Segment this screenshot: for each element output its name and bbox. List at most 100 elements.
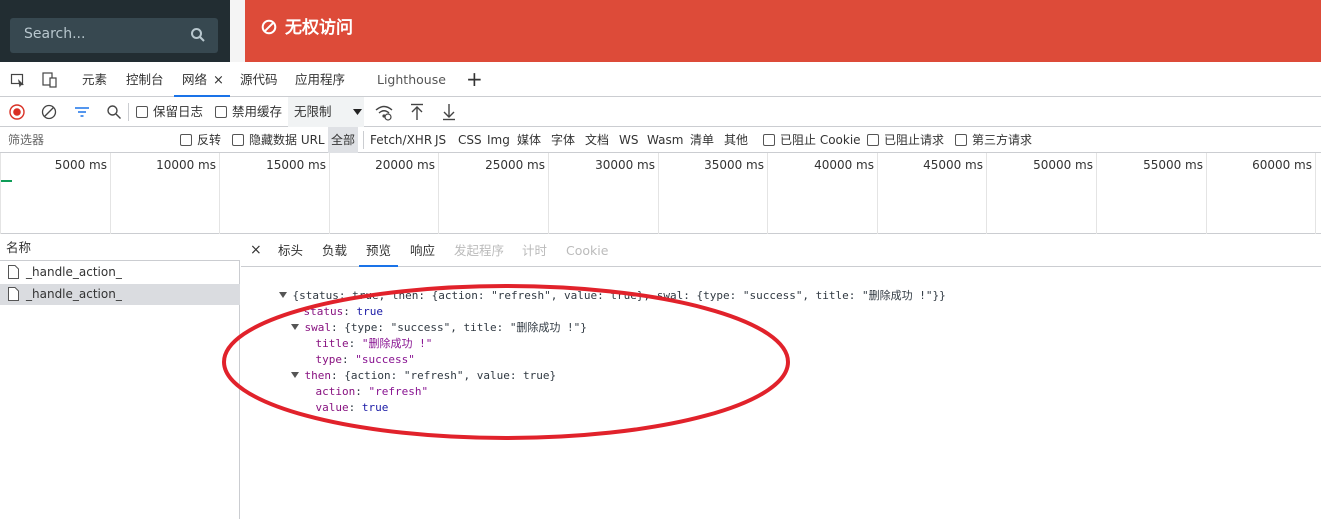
file-icon	[8, 265, 19, 279]
tab-network[interactable]: 网络 ×	[174, 62, 230, 97]
throttle-value: 无限制	[294, 104, 332, 119]
timeline-gridline	[1096, 153, 1097, 234]
tab-cookies[interactable]: Cookie	[566, 234, 608, 267]
tab-payload[interactable]: 负载	[322, 234, 347, 267]
timeline-tick-label: 35000 ms	[704, 158, 764, 172]
throttle-select[interactable]: 无限制	[288, 97, 364, 127]
export-har-icon[interactable]	[442, 103, 456, 121]
toolbar-divider	[128, 103, 129, 121]
hide-data-url-checkbox[interactable]: 隐藏数据 URL	[232, 127, 325, 153]
filter-divider	[363, 131, 364, 149]
request-row[interactable]: _handle_action_	[0, 262, 240, 283]
close-icon[interactable]: ×	[213, 73, 224, 88]
search-placeholder: Search...	[24, 26, 86, 42]
timeline-tick-label: 60000 ms	[1252, 158, 1312, 172]
tab-headers[interactable]: 标头	[278, 234, 303, 267]
preserve-log-checkbox[interactable]: 保留日志	[136, 97, 203, 127]
disable-cache-label: 禁用缓存	[232, 104, 283, 119]
header-gap	[230, 0, 245, 62]
filter-type-media[interactable]: 媒体	[517, 127, 541, 153]
blocked-requests-checkbox[interactable]: 已阻止请求	[867, 127, 944, 153]
tab-timing[interactable]: 计时	[522, 234, 547, 267]
filter-bar: 筛选器 反转 隐藏数据 URL 全部 Fetch/XHR JS CSS Img …	[0, 127, 1321, 153]
tab-application[interactable]: 应用程序	[295, 62, 345, 97]
filter-type-js[interactable]: JS	[435, 127, 446, 153]
timeline-gridline	[0, 153, 1, 234]
timeline-gridline	[548, 153, 549, 234]
record-stop-icon[interactable]	[9, 104, 25, 120]
third-party-checkbox[interactable]: 第三方请求	[955, 127, 1032, 153]
timeline-tick-label: 45000 ms	[923, 158, 983, 172]
timeline-tick-label: 25000 ms	[485, 158, 545, 172]
network-conditions-icon[interactable]	[375, 104, 393, 121]
search-input[interactable]: Search...	[10, 18, 218, 53]
checkbox-box[interactable]	[232, 134, 244, 146]
blocked-cookies-label: 已阻止 Cookie	[780, 133, 861, 147]
timeline-gridline	[986, 153, 987, 234]
import-har-icon[interactable]	[410, 103, 424, 121]
tab-initiator[interactable]: 发起程序	[454, 234, 504, 267]
blocked-cookies-checkbox[interactable]: 已阻止 Cookie	[763, 127, 861, 153]
tab-network-label: 网络	[182, 72, 208, 87]
filter-type-ws[interactable]: WS	[619, 127, 638, 153]
invert-checkbox[interactable]: 反转	[180, 127, 221, 153]
annotation-ellipse	[222, 284, 790, 440]
checkbox-box[interactable]	[955, 134, 967, 146]
tab-sources[interactable]: 源代码	[240, 62, 278, 97]
checkbox-box[interactable]	[867, 134, 879, 146]
checkbox-box[interactable]	[180, 134, 192, 146]
timeline-gridline	[329, 153, 330, 234]
invert-label: 反转	[197, 133, 222, 147]
timeline-tick-label: 20000 ms	[375, 158, 435, 172]
timeline-gridline	[219, 153, 220, 234]
filter-icon[interactable]	[74, 105, 90, 119]
timeline-gridline	[877, 153, 878, 234]
preserve-log-label: 保留日志	[153, 104, 204, 119]
timeline-gridline	[767, 153, 768, 234]
filter-type-other[interactable]: 其他	[724, 127, 748, 153]
tab-response[interactable]: 响应	[410, 234, 435, 267]
search-icon[interactable]	[190, 27, 206, 43]
filter-type-all[interactable]: 全部	[328, 127, 359, 153]
filter-type-img[interactable]: Img	[487, 127, 510, 153]
tab-lighthouse[interactable]: Lighthouse	[377, 62, 446, 97]
network-toolbar: 保留日志 禁用缓存 无限制	[0, 97, 1321, 127]
request-row-selected[interactable]: _handle_action_	[0, 284, 240, 305]
filter-type-font[interactable]: 字体	[551, 127, 575, 153]
checkbox-box[interactable]	[215, 106, 227, 118]
timeline-request-bar	[0, 180, 12, 182]
checkbox-box[interactable]	[763, 134, 775, 146]
search-icon[interactable]	[106, 104, 122, 120]
devtools-tabstrip: 元素 控制台 网络 × 源代码 应用程序 Lighthouse +	[0, 62, 1321, 97]
ban-icon	[261, 19, 277, 35]
timeline-gridline	[110, 153, 111, 234]
detail-tabs: × 标头 负载 预览 响应 发起程序 计时 Cookie	[241, 234, 1321, 267]
timeline-tick-label: 10000 ms	[156, 158, 216, 172]
timeline-tick-label: 40000 ms	[814, 158, 874, 172]
filter-type-doc[interactable]: 文档	[585, 127, 609, 153]
third-party-label: 第三方请求	[972, 133, 1033, 147]
inspect-icon[interactable]	[10, 72, 26, 88]
filter-type-fetch-xhr[interactable]: Fetch/XHR	[370, 127, 432, 153]
clear-icon[interactable]	[41, 104, 57, 120]
name-column-header[interactable]: 名称	[0, 234, 240, 261]
tab-console[interactable]: 控制台	[126, 62, 164, 97]
device-toggle-icon[interactable]	[41, 71, 59, 89]
filter-type-css[interactable]: CSS	[458, 127, 482, 153]
filter-input[interactable]: 筛选器	[0, 131, 168, 149]
checkbox-box[interactable]	[136, 106, 148, 118]
tab-elements[interactable]: 元素	[82, 62, 107, 97]
filter-type-wasm[interactable]: Wasm	[647, 127, 683, 153]
timeline-tick-label: 5000 ms	[54, 158, 107, 172]
blocked-requests-label: 已阻止请求	[884, 133, 945, 147]
filter-type-manifest[interactable]: 清单	[690, 127, 714, 153]
timeline-tick-label: 50000 ms	[1033, 158, 1093, 172]
add-tab-icon[interactable]: +	[466, 62, 483, 97]
timeline-overview[interactable]: 5000 ms 10000 ms 15000 ms 20000 ms 25000 ms 3…	[0, 153, 1321, 234]
close-detail-icon[interactable]: ×	[250, 234, 262, 267]
timeline-tick-label: 30000 ms	[595, 158, 655, 172]
request-name: _handle_action_	[26, 265, 122, 279]
tab-preview[interactable]: 预览	[359, 234, 399, 267]
timeline-tick-label: 55000 ms	[1143, 158, 1203, 172]
disable-cache-checkbox[interactable]: 禁用缓存	[215, 97, 282, 127]
